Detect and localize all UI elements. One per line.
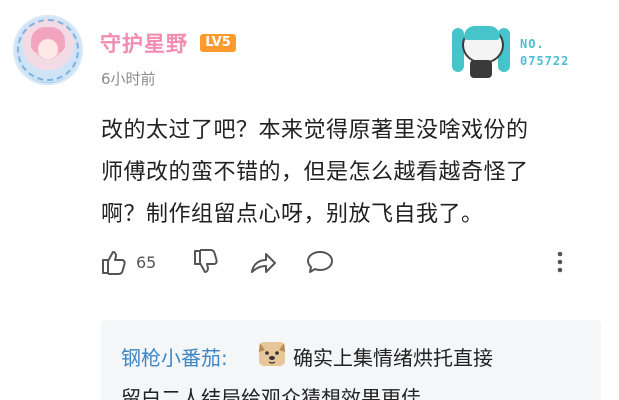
fan-badge-number: 075722 [520,54,570,68]
fan-badge-label: NO. [520,37,545,51]
reply-text: 确实上集情绪烘托直接 [293,346,493,370]
username[interactable]: 守护星野 [100,28,188,58]
comment-line: 啊？制作组留点心呀，别放飞自我了。 [101,202,484,227]
reply-text: 留白二人结局给观众猜想效果更佳 [121,386,421,400]
reply-author[interactable]: 钢枪小番茄: [121,342,228,371]
more-icon [557,251,563,273]
thumbs-up-icon [102,251,126,275]
more-button[interactable] [553,246,567,278]
comment-body: 改的太过了吧？本来觉得原著里没啥戏份的 师傅改的蛮不错的，但是怎么越看越奇怪了 … [101,116,601,242]
avatar[interactable] [13,15,83,85]
comment-line: 改的太过了吧？本来觉得原著里没啥戏份的 [101,118,529,143]
post-time: 6小时前 [101,70,156,88]
comment-icon [307,251,333,273]
dislike-button[interactable] [192,246,220,278]
comment-card: 守护星野 LV5 6小时前 NO. 075722 改的太过了吧？本来觉得原著里没… [0,0,619,400]
like-button[interactable]: 65 [100,246,156,278]
reply-preview[interactable]: 钢枪小番茄: 确实上集情绪烘托直接 留白二人结局给观众猜想效果更佳 [101,320,601,400]
level-badge: LV5 [200,34,236,52]
share-icon [251,253,276,273]
thumbs-down-icon [194,249,218,273]
avatar-face [38,39,58,59]
like-count: 65 [136,252,157,272]
comment-line: 师傅改的蛮不错的，但是怎么越看越奇怪了 [101,160,529,185]
action-bar: 65 [0,246,619,280]
fan-badge-figure [452,20,512,80]
dog-face-emoji [259,342,285,366]
share-button[interactable] [248,246,278,278]
reply-button[interactable] [305,246,335,278]
